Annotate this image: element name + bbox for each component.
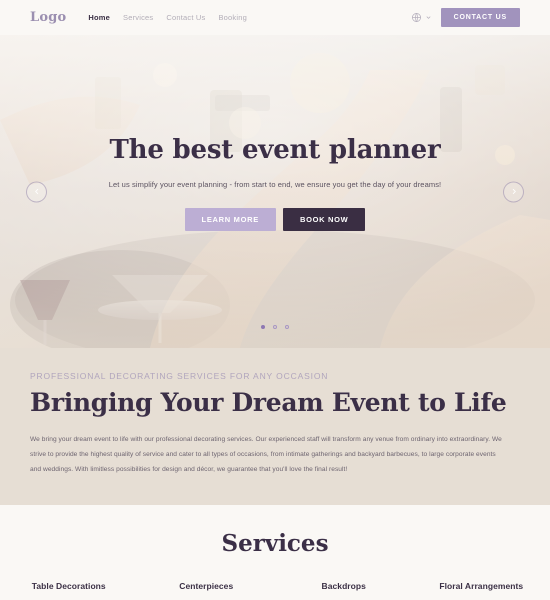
globe-icon	[411, 13, 421, 22]
about-title: Bringing Your Dream Event to Life	[30, 388, 507, 417]
carousel-dot-1[interactable]	[261, 325, 265, 329]
site-logo[interactable]: Logo	[30, 10, 66, 25]
nav-item-contact-us[interactable]: Contact Us	[166, 13, 205, 22]
service-card-title: Backdrops	[321, 581, 366, 592]
nav-item-booking[interactable]: Booking	[218, 13, 247, 22]
chevron-down-icon	[426, 16, 431, 19]
services-card-grid: Table Decorations All services are avail…	[0, 581, 550, 600]
service-card[interactable]: Floral Arrangements All services are ava…	[413, 581, 550, 600]
about-body: We bring your dream event to life with o…	[30, 436, 502, 473]
landing-page: Logo Home Services Contact Us Booking CO…	[0, 0, 550, 600]
hero-subtitle: Let us simplify your event planning - fr…	[108, 180, 442, 190]
book-now-button[interactable]: BOOK NOW	[282, 208, 366, 232]
about-eyebrow: PROFESSIONAL DECORATING SERVICES FOR ANY…	[30, 371, 329, 381]
header-actions: CONTACT US	[411, 8, 520, 27]
carousel-next-button[interactable]	[503, 181, 524, 202]
nav-item-services[interactable]: Services	[123, 13, 153, 22]
nav-item-home[interactable]: Home	[88, 13, 110, 22]
about-section: PROFESSIONAL DECORATING SERVICES FOR ANY…	[0, 348, 550, 506]
service-card[interactable]: Backdrops All services are available for…	[275, 581, 413, 600]
hero-carousel: The best event planner Let us simplify y…	[0, 35, 550, 348]
learn-more-button[interactable]: LEARN MORE	[184, 208, 276, 232]
chevron-left-icon	[34, 188, 38, 195]
service-card-title: Centerpieces	[179, 581, 234, 592]
service-card-title: Table Decorations	[31, 581, 106, 592]
carousel-dots	[0, 325, 550, 329]
services-title: Services	[221, 530, 329, 558]
services-section: Services Table Decorations All services …	[0, 505, 550, 600]
hero-title: The best event planner	[109, 134, 441, 165]
carousel-prev-button[interactable]	[26, 181, 47, 202]
site-header: Logo Home Services Contact Us Booking CO…	[0, 0, 550, 35]
carousel-dot-2[interactable]	[273, 325, 277, 329]
chevron-right-icon	[512, 188, 516, 195]
main-nav: Home Services Contact Us Booking	[88, 13, 247, 22]
hero-cta-group: LEARN MORE BOOK NOW	[184, 208, 366, 232]
service-card[interactable]: Centerpieces All services are available …	[138, 581, 276, 600]
hero-content: The best event planner Let us simplify y…	[0, 35, 550, 348]
service-card[interactable]: Table Decorations All services are avail…	[0, 581, 138, 600]
contact-us-button[interactable]: CONTACT US	[440, 8, 520, 27]
language-selector[interactable]	[411, 12, 432, 23]
carousel-dot-3[interactable]	[285, 325, 289, 329]
service-card-title: Floral Arrangements	[439, 581, 524, 592]
